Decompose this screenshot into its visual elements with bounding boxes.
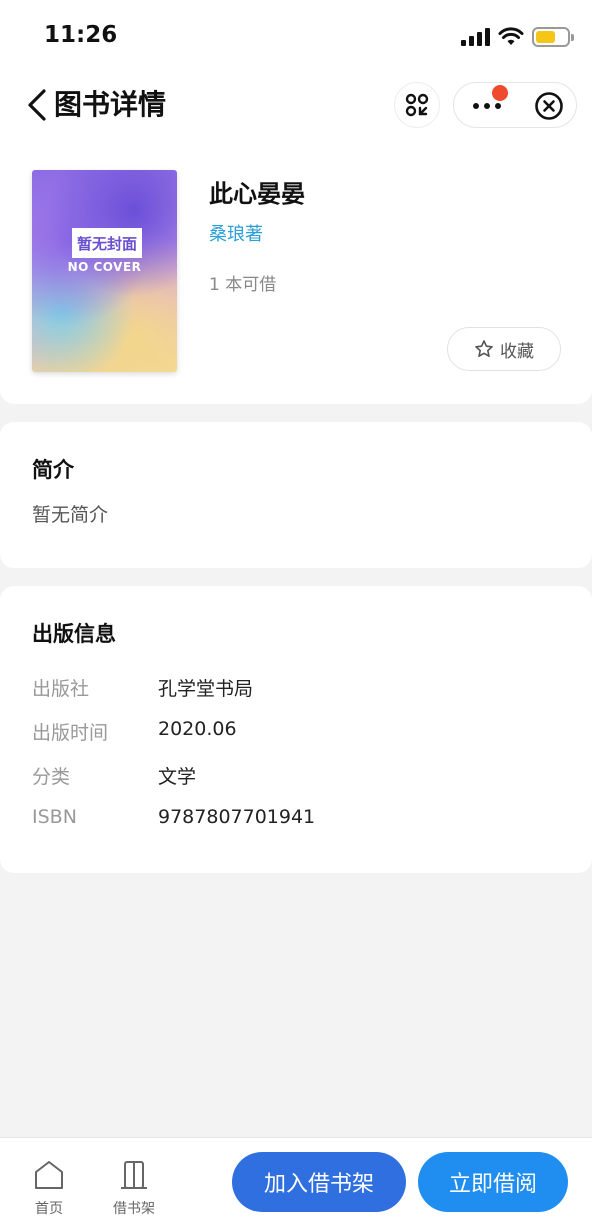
mini-program-capsule: [453, 82, 577, 128]
intro-title: 简介: [32, 458, 74, 482]
publication-value: 孔学堂书局: [158, 678, 254, 700]
tab-home[interactable]: 首页: [19, 1158, 79, 1218]
tab-home-label: 首页: [35, 1201, 63, 1217]
favorite-label: 收藏: [500, 341, 534, 362]
intro-card: 简介 暂无简介: [0, 422, 592, 568]
publication-key: 分类: [32, 766, 71, 788]
publication-card: 出版信息 出版社 孔学堂书局 出版时间 2020.06 分类 文学 ISBN 9…: [0, 586, 592, 873]
scan-icon: [405, 93, 429, 117]
battery-icon: [532, 27, 574, 47]
back-icon[interactable]: [22, 86, 52, 124]
bottom-tab-bar: 首页 借书架 加入借书架 立即借阅: [0, 1137, 592, 1221]
status-icons: [461, 24, 574, 50]
publication-title: 出版信息: [32, 622, 116, 646]
star-icon: [475, 340, 493, 357]
page-title: 图书详情: [54, 88, 167, 121]
add-to-shelf-button[interactable]: 加入借书架: [232, 1152, 406, 1212]
book-author[interactable]: 桑琅著: [209, 220, 263, 246]
publication-value: 9787807701941: [158, 806, 316, 828]
cover-placeholder-label: 暂无封面: [72, 228, 142, 258]
cover-placeholder-sub: NO COVER: [67, 260, 142, 274]
borrow-now-button[interactable]: 立即借阅: [418, 1152, 568, 1212]
book-cover: 暂无封面 NO COVER: [32, 170, 177, 372]
book-title: 此心晏晏: [209, 180, 305, 208]
status-time: 11:26: [44, 22, 118, 48]
availability-text: 1 本可借: [209, 275, 277, 295]
publication-key: 出版时间: [32, 722, 109, 744]
close-circle-icon[interactable]: [534, 91, 564, 121]
publication-key: ISBN: [32, 806, 77, 828]
publication-value: 文学: [158, 766, 197, 788]
tab-bookshelf[interactable]: 借书架: [104, 1158, 164, 1218]
nav-bar: 图书详情: [0, 70, 592, 140]
more-button[interactable]: [454, 83, 520, 129]
wifi-icon: [498, 27, 524, 45]
favorite-button[interactable]: 收藏: [447, 327, 561, 371]
home-icon: [35, 1161, 63, 1189]
publication-row-category: 分类 文学: [32, 762, 562, 792]
bookshelf-icon: [121, 1161, 147, 1189]
notification-dot: [492, 85, 508, 101]
tab-bookshelf-label: 借书架: [113, 1201, 155, 1217]
signal-icon: [461, 28, 490, 46]
publication-key: 出版社: [32, 678, 90, 700]
status-bar: 11:26: [0, 0, 592, 70]
publication-value: 2020.06: [158, 718, 237, 740]
book-info-card: 暂无封面 NO COVER 此心晏晏 桑琅著 1 本可借 收藏: [0, 140, 592, 404]
intro-text: 暂无简介: [32, 504, 109, 526]
publication-row-isbn: ISBN 9787807701941: [32, 806, 562, 836]
scan-button[interactable]: [394, 82, 440, 128]
publication-row-publisher: 出版社 孔学堂书局: [32, 674, 562, 704]
publication-row-date: 出版时间 2020.06: [32, 718, 562, 748]
